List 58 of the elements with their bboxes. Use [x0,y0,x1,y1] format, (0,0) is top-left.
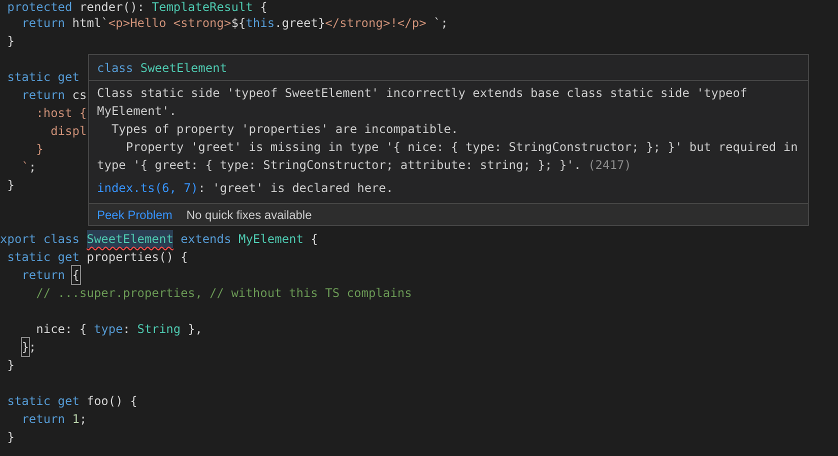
related-info-text: : 'greet' is declared here. [198,180,394,197]
code-token: ; [28,159,36,176]
code-token: extends [180,231,232,248]
code-token: type [94,321,123,338]
quick-fix-status: No quick fixes available [186,206,312,224]
related-location-link[interactable]: index.ts(6, 7) [97,179,198,197]
code-token: <p>Hello <strong> [108,15,232,32]
code-token: ${ [231,15,246,32]
code-token: static get [7,249,80,266]
signature-keyword: class [97,60,134,77]
code-token: static get [7,69,80,86]
code-token: : [122,321,132,338]
code-token: .greet} [274,15,326,32]
code-token: static get [7,393,80,410]
code-token: return [22,267,66,284]
code-token: ; [80,411,87,428]
code-token: foo() { [86,393,138,410]
code-token: } [7,357,14,374]
code-token: `; [434,15,448,32]
code-token: :host { [36,105,87,122]
code-token: } [7,177,14,194]
code-token: </strong>!</p> [325,15,428,32]
code-token: }, [188,321,202,338]
matched-bracket: { [72,266,80,284]
code-token: String [137,321,181,338]
code-token: ` [22,159,29,176]
code-token: } [7,33,14,50]
error-message-line: Types of property 'properties' are incompatible. [110,121,458,138]
code-token: displ [50,123,87,140]
code-token: return [22,87,66,104]
code-token: return [22,15,66,32]
code-token: SweetElement [86,230,174,248]
code-token: { [310,231,318,248]
code-token: return [22,411,66,428]
error-message-line: type '{ greet: { type: StringConstructor; attribute: string; }; }'. [97,157,582,174]
code-token: // ...super.properties, // without this TS complains [36,285,412,302]
code-token: xport class [0,231,80,248]
matched-bracket: } [22,338,29,356]
code-token: MyElement [238,231,304,248]
code-token: properties() { [86,249,188,266]
error-message-line: Class static side 'typeof SweetElement' incorrectly extends base class static side 'typeof [97,85,748,102]
signature-name: SweetElement [140,60,228,77]
peek-problem-link[interactable]: Peek Problem [97,206,172,224]
code-token: html` [72,15,108,32]
code-token: cs [72,87,87,104]
code-token: render(): [80,0,146,14]
code-token: 1 [72,411,80,428]
error-code: (2417) [588,157,632,174]
code-token: protected [7,0,72,14]
code-token: ; [28,339,36,356]
code-token: { [260,0,268,14]
code-token: } [36,141,44,158]
code-token: TemplateResult [152,0,253,14]
code-token: nice: { [36,321,88,338]
error-message-line: Property 'greet' is missing in type '{ nice: { type: StringConstructor; }; }' but required in [124,139,798,156]
code-token: } [7,429,14,446]
code-token: this [246,15,275,32]
error-message-line: MyElement'. [97,103,176,120]
